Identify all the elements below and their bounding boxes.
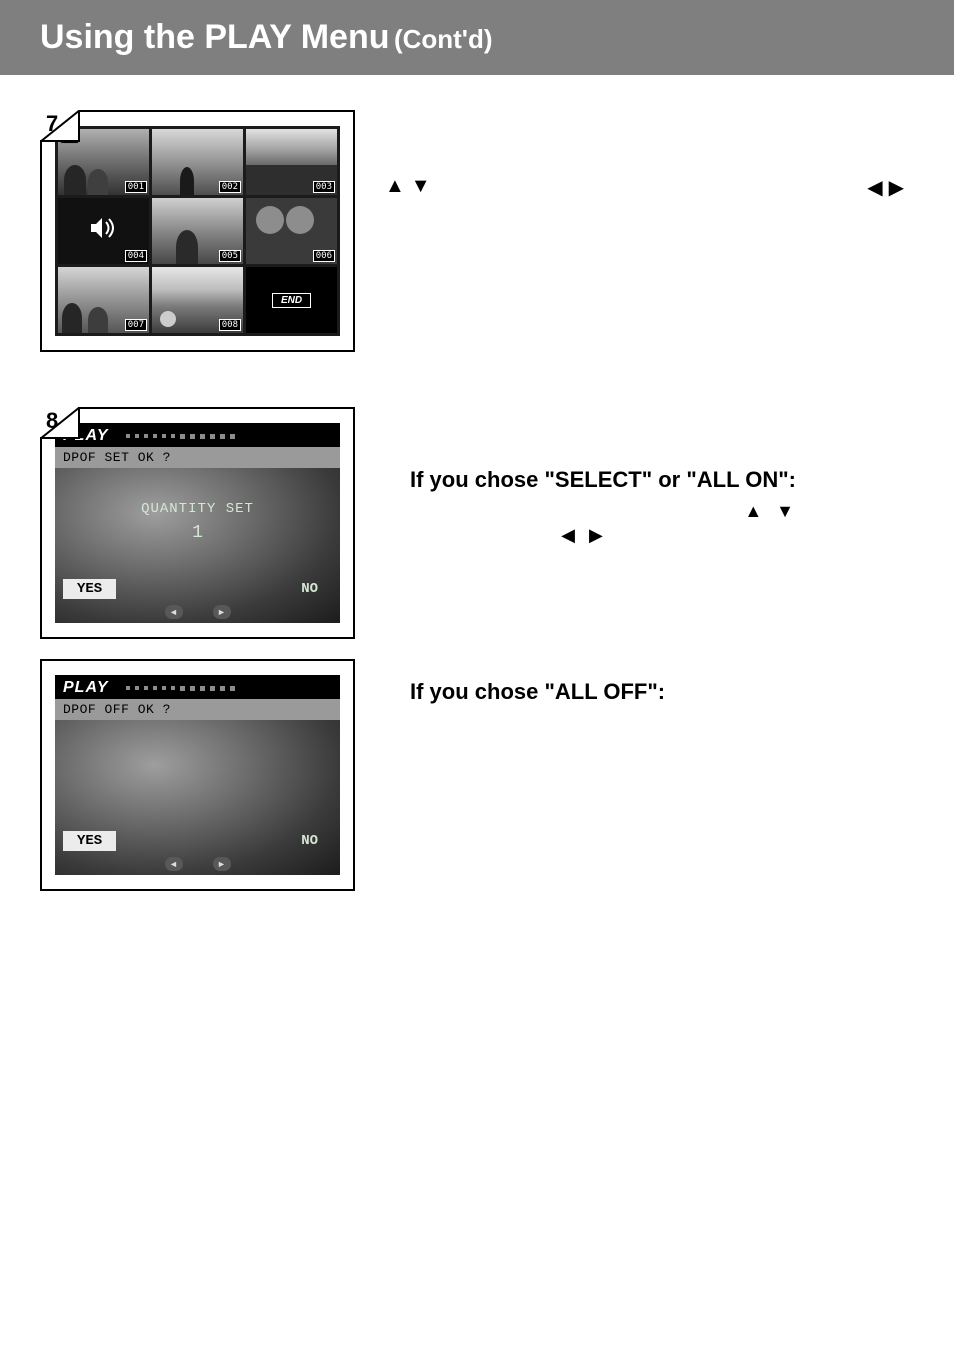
thumbnail-end[interactable]: END	[246, 267, 337, 333]
step-tag: 8	[40, 407, 80, 439]
instruction-arrows: ▲ ▼	[410, 499, 914, 523]
end-label: END	[272, 293, 311, 308]
select-allon-heading: If you chose "SELECT" or "ALL ON":	[410, 467, 914, 493]
quantity-area: QUANTITY SET 1	[55, 468, 340, 575]
dpof-set-subbar: DPOF SET OK ?	[55, 447, 340, 468]
step-tag-diagonal	[40, 407, 80, 439]
arrow-down-icon: ▼	[411, 175, 431, 198]
up-down-arrows: ▲ ▼	[385, 175, 431, 198]
thumbnail-002[interactable]: 002	[152, 129, 243, 195]
step8-screenshot: 8 PLAY DPOF SET OK ? QUANTITY SET 1 YES	[40, 407, 355, 639]
arrow-left-icon: ◀	[561, 523, 575, 547]
thumb-number: 003	[313, 181, 335, 193]
thumbnail-003[interactable]: 003	[246, 129, 337, 195]
quantity-value: 1	[192, 523, 203, 543]
arrow-up-icon: ▲	[385, 175, 405, 198]
yes-button[interactable]: YES	[63, 831, 116, 851]
thumbnail-grid: SD 001 002 003	[55, 126, 340, 336]
nav-arrow-buttons: ◄ ►	[55, 855, 340, 875]
nav-left-button[interactable]: ◄	[165, 857, 183, 871]
dpof-off-screen: PLAY DPOF OFF OK ? YES NO ◄ ►	[55, 675, 340, 875]
no-button[interactable]: NO	[287, 579, 332, 599]
play-header: PLAY	[55, 423, 340, 447]
arrow-right-icon: ▶	[889, 175, 904, 200]
thumb-number: 008	[219, 319, 241, 331]
no-button[interactable]: NO	[287, 831, 332, 851]
thumb-number: 005	[219, 250, 241, 262]
arrow-left-icon: ◀	[867, 175, 882, 200]
thumbnail-005[interactable]: 005	[152, 198, 243, 264]
page-title: Using the PLAY Menu	[40, 18, 390, 56]
header-dots	[118, 683, 332, 693]
play-label: PLAY	[63, 679, 108, 697]
nav-right-button[interactable]: ►	[213, 605, 231, 619]
step-tag: 7	[40, 110, 80, 142]
arrow-up-icon: ▲	[744, 499, 762, 523]
page-header: Using the PLAY Menu (Cont'd)	[0, 0, 954, 75]
audio-icon	[89, 215, 119, 247]
dpof-off-screenshot: PLAY DPOF OFF OK ? YES NO ◄ ►	[40, 659, 355, 891]
nav-arrow-buttons: ◄ ►	[55, 603, 340, 623]
thumbnail-006[interactable]: 006	[246, 198, 337, 264]
arrow-right-icon: ▶	[589, 523, 603, 547]
header-dots	[118, 431, 332, 441]
thumbnail-004[interactable]: 004	[58, 198, 149, 264]
nav-left-button[interactable]: ◄	[165, 605, 183, 619]
yes-button[interactable]: YES	[63, 579, 116, 599]
thumb-number: 006	[313, 250, 335, 262]
instruction-arrows-lr: ◀ ▶	[410, 523, 914, 547]
left-right-arrows: ◀ ▶	[867, 175, 914, 200]
thumb-number: 004	[125, 250, 147, 262]
thumbnail-007[interactable]: 007	[58, 267, 149, 333]
play-header: PLAY	[55, 675, 340, 699]
step7-screenshot: 7 SD 001 002 003	[40, 110, 355, 352]
empty-middle	[55, 720, 340, 827]
dpof-off-subbar: DPOF OFF OK ?	[55, 699, 340, 720]
thumb-number: 007	[125, 319, 147, 331]
all-off-heading: If you chose "ALL OFF":	[410, 679, 914, 705]
thumbnail-008[interactable]: 008	[152, 267, 243, 333]
step-tag-diagonal	[40, 110, 80, 142]
dpof-set-screen: PLAY DPOF SET OK ? QUANTITY SET 1 YES NO…	[55, 423, 340, 623]
arrow-down-icon: ▼	[776, 499, 794, 523]
nav-right-button[interactable]: ►	[213, 857, 231, 871]
quantity-set-label: QUANTITY SET	[141, 501, 254, 517]
thumb-number: 001	[125, 181, 147, 193]
thumb-number: 002	[219, 181, 241, 193]
page-subtitle: (Cont'd)	[394, 24, 493, 54]
